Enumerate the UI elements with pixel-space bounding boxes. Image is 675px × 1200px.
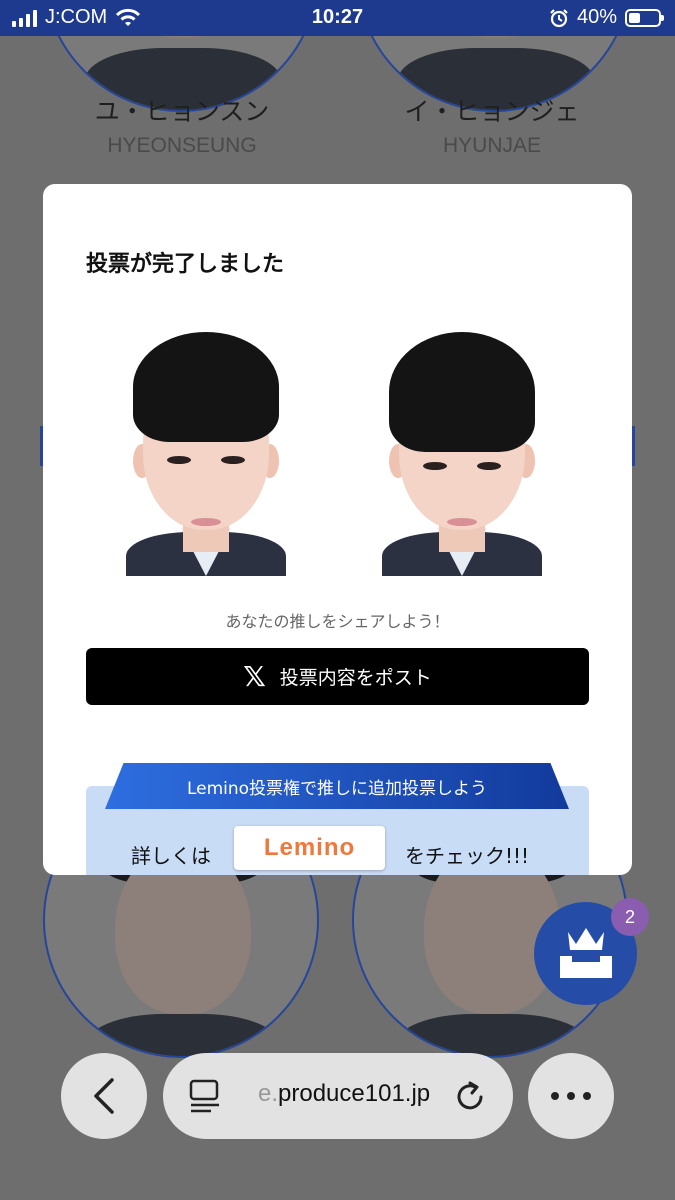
lemino-logo[interactable]: Lemino [234,826,385,870]
vote-count-badge: 2 [611,898,649,936]
status-right: 40% [549,6,664,29]
url-domain: produce101.jp [278,1080,431,1107]
x-logo-icon: 𝕏 [243,659,266,693]
candidate-name-en: HYEONSEUNG [107,134,257,157]
candidate-portrait [111,332,301,576]
chevron-left-icon [94,1078,114,1114]
ribbon-text: Lemino投票権で推しに追加投票しよう [186,778,488,799]
tabs-icon [189,1079,219,1113]
detail-prefix: 詳しくは [131,844,211,868]
more-icon [551,1092,591,1100]
battery-fill [629,12,640,23]
candidate-name-jp: ユ・ヒョンスン [94,97,270,126]
share-prompt: あなたの推しをシェアしよう！ [225,612,450,631]
url-prefix: e. [258,1080,279,1107]
battery-percent: 40% [576,6,617,28]
alarm-icon [550,8,568,27]
reload-icon[interactable] [453,1080,487,1114]
back-button[interactable] [61,1053,147,1139]
modal-title: 投票が完了しました [86,252,285,277]
battery-icon [625,8,664,27]
post-button-label: 投票内容をポスト [279,667,432,689]
url-text: e.produce101.jp [258,1080,430,1108]
post-to-x-button[interactable]: 𝕏 投票内容をポスト [86,648,589,705]
url-bar[interactable]: e.produce101.jp [163,1053,513,1139]
detail-suffix: をチェック!!! [405,844,530,868]
candidate-name-en: HYUNJAE [442,134,542,157]
candidate-portrait [367,332,557,576]
vote-complete-modal: 投票が完了しました あなたの推しをシェアしよう！ 𝕏 投票内容をポスト Lemi… [43,184,632,875]
lemino-ribbon: Lemino投票権で推しに追加投票しよう [105,763,569,809]
more-options-button[interactable] [528,1053,614,1139]
status-bar: J:COM 10:27 40% [0,0,675,36]
ballot-box-crown-icon [560,928,612,978]
candidate-name-jp: イ・ヒョンジェ [404,97,580,126]
